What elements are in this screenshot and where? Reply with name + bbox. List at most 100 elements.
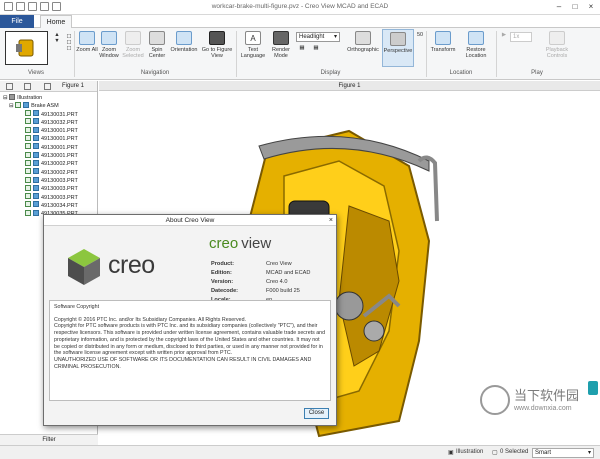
structure-tree: ⊟ Illustration ⊟ Brake ASM 49130031.PRT 4… bbox=[0, 92, 97, 218]
selection-status-icon: ▢ bbox=[492, 450, 498, 456]
perspective-button[interactable]: Perspective bbox=[382, 29, 414, 67]
close-button[interactable]: Close bbox=[304, 408, 329, 419]
watermark-url: www.downxia.com bbox=[514, 405, 572, 412]
perspective-icon bbox=[390, 32, 406, 46]
tree-item[interactable]: 49130002.PRT bbox=[3, 159, 97, 168]
tab-home[interactable]: Home bbox=[40, 15, 72, 29]
checkbox[interactable] bbox=[25, 143, 31, 150]
tree-tool-icon[interactable] bbox=[24, 83, 31, 90]
checkbox[interactable] bbox=[25, 118, 31, 125]
part-icon bbox=[33, 209, 39, 216]
viewport-tab[interactable]: Figure 1 bbox=[99, 81, 600, 91]
watermark-logo-icon bbox=[480, 385, 510, 415]
zoom-window-button[interactable]: Zoom Window bbox=[97, 31, 121, 59]
tree-assembly[interactable]: ⊟ Brake ASM bbox=[3, 101, 97, 110]
transform-button[interactable]: Transform bbox=[428, 31, 458, 53]
location-group-label: Location bbox=[449, 70, 473, 76]
orthographic-button[interactable]: Orthographic bbox=[344, 31, 382, 53]
checkbox[interactable] bbox=[15, 101, 22, 108]
tree-tool-icon[interactable] bbox=[6, 83, 13, 90]
text-language-button[interactable]: A Text Language bbox=[238, 31, 268, 59]
checkbox[interactable] bbox=[25, 209, 31, 216]
part-icon bbox=[33, 110, 39, 117]
play-icon[interactable]: ▶ bbox=[500, 32, 508, 38]
render-mode-icon bbox=[273, 31, 289, 45]
checkbox[interactable] bbox=[25, 159, 31, 166]
ribbon-tabs: File Home bbox=[0, 15, 600, 29]
restore-location-icon bbox=[468, 31, 484, 45]
info-label: Version: bbox=[211, 279, 234, 285]
tree-item[interactable]: 49130001.PRT bbox=[3, 126, 97, 135]
checkbox[interactable] bbox=[25, 201, 31, 208]
tab-file[interactable]: File bbox=[0, 15, 34, 28]
info-label: Edition: bbox=[211, 270, 232, 276]
checkbox[interactable] bbox=[25, 151, 31, 158]
playback-controls-button[interactable]: Playback Controls bbox=[540, 31, 574, 59]
views-scroll-icon[interactable]: ▲ ▼ bbox=[52, 32, 62, 44]
render-mode-button[interactable]: Render Mode bbox=[268, 31, 294, 59]
maximize-icon[interactable]: □ bbox=[568, 1, 582, 12]
part-icon bbox=[33, 143, 39, 150]
creo-logo-icon bbox=[68, 249, 100, 285]
zoom-level-spinner[interactable]: 50 bbox=[415, 32, 425, 38]
assembly-icon bbox=[23, 101, 30, 108]
tree-item[interactable]: 49130034.PRT bbox=[3, 201, 97, 210]
tree-item[interactable]: 49130001.PRT bbox=[3, 143, 97, 152]
checkbox[interactable] bbox=[25, 135, 31, 142]
views-options-icon[interactable]: ☐ ☐ ☐ bbox=[64, 34, 74, 52]
orthographic-icon bbox=[355, 31, 371, 45]
tree-item[interactable]: 49130001.PRT bbox=[3, 135, 97, 143]
part-icon bbox=[33, 151, 39, 158]
checkbox[interactable] bbox=[25, 126, 31, 133]
orientation-icon bbox=[176, 31, 192, 45]
lighting-select[interactable]: Headlight ▾ bbox=[296, 32, 340, 42]
go-to-figure-view-button[interactable]: Go to Figure View bbox=[200, 31, 234, 59]
zoom-all-button[interactable]: Zoom All bbox=[76, 31, 98, 53]
tree-item[interactable]: 49130003.PRT bbox=[3, 176, 97, 185]
checkbox[interactable] bbox=[25, 168, 31, 175]
checkbox[interactable] bbox=[25, 193, 31, 200]
minimize-icon[interactable]: – bbox=[552, 1, 566, 12]
navigation-group-label: Navigation bbox=[140, 70, 170, 76]
filter-label[interactable]: Filter bbox=[0, 434, 98, 445]
views-group-label: Views bbox=[28, 70, 44, 76]
tree-tool-icon[interactable] bbox=[44, 83, 51, 90]
display-option-icon[interactable]: ▦ bbox=[310, 45, 322, 51]
about-dialog: About Creo View × creo creo view Product: C… bbox=[43, 214, 337, 426]
tree-item[interactable]: 49130002.PRT bbox=[3, 168, 97, 177]
restore-location-button[interactable]: Restore Location bbox=[459, 31, 493, 59]
zoom-selected-button[interactable]: Zoom Selected bbox=[121, 31, 145, 59]
tree-item[interactable]: 49130003.PRT bbox=[3, 184, 97, 193]
info-value: Creo View bbox=[266, 261, 292, 267]
illustration-icon bbox=[9, 93, 16, 100]
checkbox[interactable] bbox=[25, 110, 31, 117]
orientation-button[interactable]: Orientation bbox=[169, 31, 199, 53]
figure-tab[interactable]: Figure 1 bbox=[62, 83, 84, 89]
info-value: Creo 4.0 bbox=[266, 279, 288, 285]
part-icon bbox=[33, 201, 39, 208]
part-icon bbox=[33, 135, 39, 142]
illustration-status[interactable]: Illustration bbox=[456, 449, 483, 455]
tree-item[interactable]: 49130031.PRT bbox=[3, 110, 97, 119]
illustration-status-icon: ▣ bbox=[448, 450, 454, 456]
spin-center-icon bbox=[149, 31, 165, 45]
tree-item[interactable]: 49130032.PRT bbox=[3, 118, 97, 127]
spin-center-button[interactable]: Spin Center bbox=[145, 31, 169, 59]
close-window-icon[interactable]: × bbox=[584, 1, 598, 12]
tree-item[interactable]: 49130003.PRT bbox=[3, 193, 97, 202]
ribbon: ▲ ▼ ☐ ☐ ☐ Views Zoom All Zoom Window Zoom S… bbox=[0, 28, 600, 80]
selection-mode-select[interactable]: Smart ▾ bbox=[532, 448, 594, 458]
play-speed-select[interactable]: 1x bbox=[510, 32, 532, 42]
display-option-icon[interactable]: ▦ bbox=[296, 45, 308, 51]
part-icon bbox=[33, 159, 39, 166]
copyright-text: Software Copyright Copyright © 2016 PTC … bbox=[49, 300, 331, 401]
view-thumbnail[interactable] bbox=[5, 31, 48, 65]
part-icon bbox=[33, 118, 39, 125]
checkbox[interactable] bbox=[25, 176, 31, 183]
part-icon bbox=[33, 168, 39, 175]
tree-item[interactable]: 49130001.PRT bbox=[3, 151, 97, 160]
checkbox[interactable] bbox=[25, 184, 31, 191]
dialog-close-icon[interactable]: × bbox=[329, 215, 333, 226]
panel-toolbar: Figure 1 bbox=[0, 81, 97, 92]
info-value: MCAD and ECAD bbox=[266, 270, 311, 276]
